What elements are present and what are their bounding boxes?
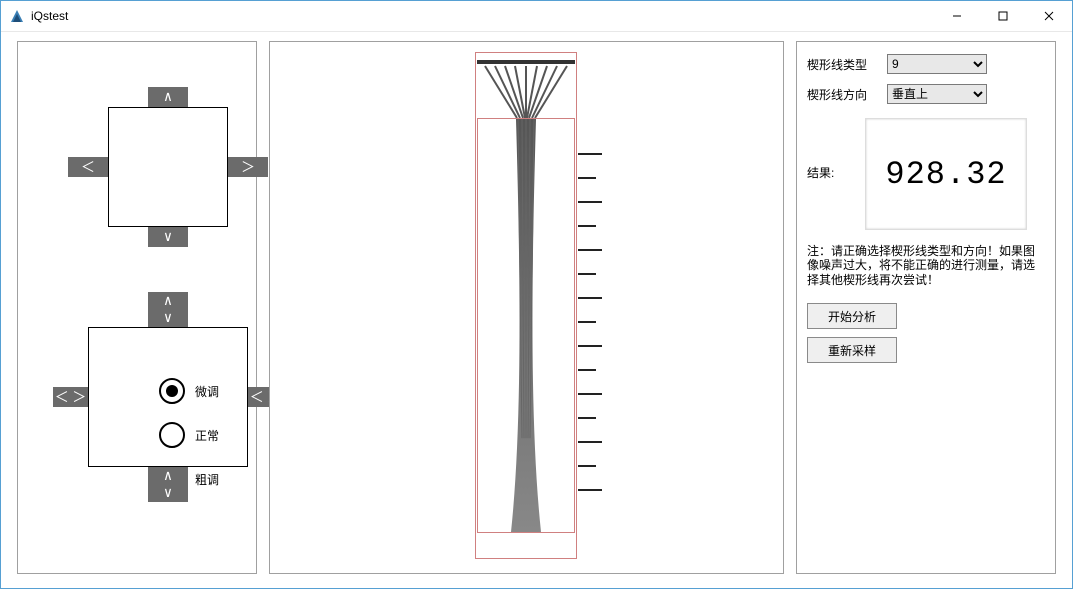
radio-icon xyxy=(159,422,185,448)
preview-panel xyxy=(269,41,784,574)
result-value: 928.32 xyxy=(885,156,1006,193)
titlebar: iQstest xyxy=(1,1,1072,32)
wedge-type-row: 楔形线类型 9 xyxy=(807,54,1045,74)
close-button[interactable] xyxy=(1026,1,1072,31)
app-icon xyxy=(9,8,25,24)
move-left-button[interactable]: ＜ xyxy=(68,157,108,177)
chevron-down-icon: ∨ xyxy=(164,310,172,328)
dpad-frame xyxy=(108,107,228,227)
note-text: 注：请正确选择楔形线类型和方向！如果图像噪声过大，将不能正确的进行测量，请选择其… xyxy=(807,244,1045,287)
window-buttons xyxy=(934,1,1072,31)
result-label: 结果: xyxy=(807,164,857,181)
roi-inner[interactable] xyxy=(477,118,575,533)
result-row: 结果: 928.32 xyxy=(807,114,1045,230)
wedge-type-select[interactable]: 9 xyxy=(887,54,987,74)
minimize-button[interactable] xyxy=(934,1,980,31)
app-window: iQstest ∧ ∨ ＜ ＞ 微调 xyxy=(0,0,1073,589)
settings-panel: 楔形线类型 9 楔形线方向 垂直上 结果: 928.32 注：请正确选择楔形线类… xyxy=(796,41,1056,574)
chevron-left-icon: ＜ xyxy=(53,387,71,407)
wedge-head xyxy=(477,54,575,118)
roi-outer[interactable] xyxy=(475,52,577,559)
chevron-left-icon: ＜ xyxy=(248,387,266,407)
chevron-right-icon: ＞ xyxy=(71,387,89,407)
chevron-up-icon: ∧ xyxy=(164,467,172,485)
radio-icon xyxy=(159,378,185,404)
control-panel: ∧ ∨ ＜ ＞ 微调 正常 xyxy=(17,41,257,574)
tune-normal-radio[interactable]: 正常 xyxy=(159,422,219,448)
wedge-type-label: 楔形线类型 xyxy=(807,56,877,73)
wedge-dir-select[interactable]: 垂直上 xyxy=(887,84,987,104)
radio-label: 微调 xyxy=(195,383,219,400)
scale-ticks xyxy=(578,153,618,528)
expand-left-button[interactable]: ＜ ＞ xyxy=(53,387,88,407)
move-up-button[interactable]: ∧ xyxy=(148,87,188,107)
result-box: 928.32 xyxy=(865,118,1027,230)
move-down-button[interactable]: ∨ xyxy=(148,227,188,247)
client-area: ∧ ∨ ＜ ＞ 微调 正常 xyxy=(1,31,1072,588)
position-dpad: ∧ ∨ ＜ ＞ xyxy=(53,87,253,277)
window-title: iQstest xyxy=(31,9,934,23)
tune-fine-radio[interactable]: 微调 xyxy=(159,378,219,404)
expand-up-button[interactable]: ∧ ∨ xyxy=(148,292,188,327)
wedge-dir-label: 楔形线方向 xyxy=(807,86,877,103)
dpad-frame: 微调 正常 粗调 xyxy=(88,327,248,467)
radio-label: 正常 xyxy=(195,427,219,444)
chevron-down-icon: ∨ xyxy=(164,485,172,503)
analyze-button[interactable]: 开始分析 xyxy=(807,303,897,329)
move-right-button[interactable]: ＞ xyxy=(228,157,268,177)
maximize-button[interactable] xyxy=(980,1,1026,31)
chevron-up-icon: ∧ xyxy=(164,292,172,310)
resample-button[interactable]: 重新采样 xyxy=(807,337,897,363)
expand-down-button[interactable]: ∧ ∨ xyxy=(148,467,188,502)
adjust-dpad: 微调 正常 粗调 ∧ ∨ xyxy=(53,292,273,512)
wedge-dir-row: 楔形线方向 垂直上 xyxy=(807,84,1045,104)
radio-label: 粗调 xyxy=(195,471,219,488)
